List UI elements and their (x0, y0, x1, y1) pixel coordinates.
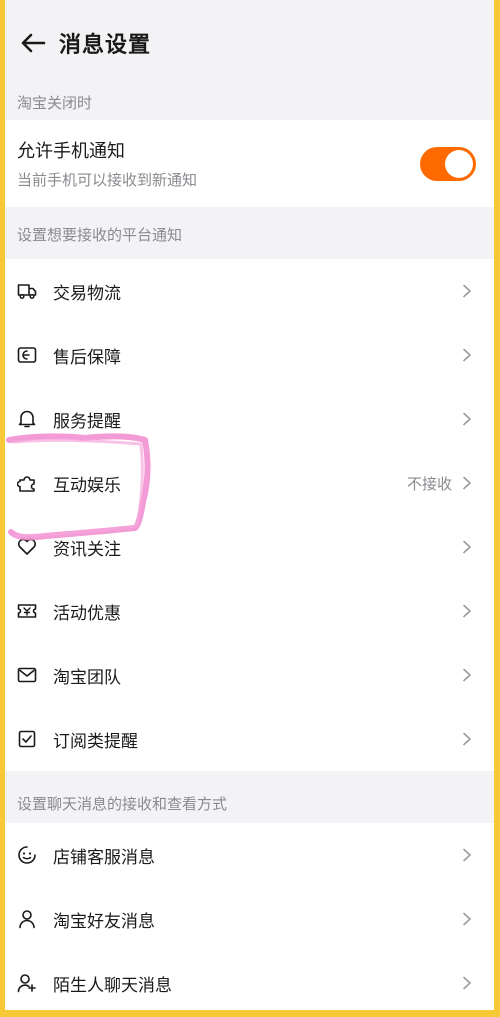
list-item-trade-logistics[interactable]: 交易物流 (5, 259, 494, 323)
allow-notification-row: 允许手机通知 当前手机可以接收到新通知 (5, 120, 494, 207)
list-item-label: 资讯关注 (53, 539, 121, 560)
mail-icon (17, 665, 37, 685)
list-item-friend-messages[interactable]: 淘宝好友消息 (5, 887, 494, 951)
toggle-knob (445, 149, 473, 178)
chevron-right-icon (462, 347, 474, 363)
list-item-after-sales[interactable]: 售后保障 (5, 323, 494, 387)
list-item-interactive-entertainment[interactable]: 互动娱乐 不接收 (5, 451, 494, 515)
list-item-label: 陌生人聊天消息 (53, 975, 172, 996)
phone-screen: 消息设置 淘宝关闭时 允许手机通知 当前手机可以接收到新通知 设置想要接收的平台… (5, 0, 494, 1010)
list-item-label: 售后保障 (53, 347, 121, 368)
list-item-label: 店铺客服消息 (53, 847, 155, 868)
list-item-service-reminder[interactable]: 服务提醒 (5, 387, 494, 451)
list-item-status: 不接收 (406, 474, 452, 493)
list-item-label: 淘宝好友消息 (53, 911, 155, 932)
section-label-platform: 设置想要接收的平台通知 (5, 207, 494, 259)
chevron-right-icon (462, 475, 474, 491)
section-label-closed: 淘宝关闭时 (5, 86, 494, 120)
chevron-right-icon (462, 847, 474, 863)
chevron-right-icon (462, 411, 474, 427)
list-item-stranger-chat[interactable]: 陌生人聊天消息 (5, 951, 494, 1010)
platform-list: 交易物流 售后保障 服务提醒 互动娱乐 不接收 资讯关注 活动优惠 淘宝团队 订… (5, 259, 494, 771)
chat-list: 店铺客服消息 淘宝好友消息 陌生人聊天消息 (5, 823, 494, 1010)
chevron-right-icon (462, 911, 474, 927)
page-title: 消息设置 (59, 33, 152, 58)
list-item-taobao-team[interactable]: 淘宝团队 (5, 643, 494, 707)
list-item-label: 订阅类提醒 (53, 731, 138, 752)
list-item-label: 活动优惠 (53, 603, 121, 624)
list-item-news-follow[interactable]: 资讯关注 (5, 515, 494, 579)
chevron-right-icon (462, 667, 474, 683)
list-item-subscription-reminder[interactable]: 订阅类提醒 (5, 707, 494, 771)
person-icon (17, 909, 37, 929)
header: 消息设置 (5, 0, 494, 86)
person-plus-icon (17, 973, 37, 993)
section-label-chat: 设置聊天消息的接收和查看方式 (5, 771, 494, 823)
notify-title: 允许手机通知 (17, 141, 125, 162)
truck-icon (17, 281, 37, 301)
chevron-right-icon (462, 539, 474, 555)
list-item-shop-service[interactable]: 店铺客服消息 (5, 823, 494, 887)
list-item-label: 互动娱乐 (53, 475, 121, 496)
back-button[interactable] (9, 19, 57, 67)
notification-toggle[interactable] (420, 146, 476, 181)
bell-icon (17, 409, 37, 429)
coupon-icon (17, 601, 37, 621)
shield-ticket-icon (17, 345, 37, 365)
puzzle-icon (17, 473, 37, 493)
chevron-right-icon (462, 975, 474, 991)
list-item-label: 交易物流 (53, 283, 121, 304)
chevron-right-icon (462, 731, 474, 747)
checkbox-icon (17, 729, 37, 749)
list-item-label: 淘宝团队 (53, 667, 121, 688)
list-item-promotions[interactable]: 活动优惠 (5, 579, 494, 643)
heart-icon (17, 537, 37, 557)
chevron-right-icon (462, 283, 474, 299)
back-arrow-icon (21, 33, 46, 53)
smiley-icon (17, 845, 37, 865)
chevron-right-icon (462, 603, 474, 619)
notify-subtitle: 当前手机可以接收到新通知 (17, 171, 198, 189)
notify-group: 允许手机通知 当前手机可以接收到新通知 (5, 120, 494, 207)
list-item-label: 服务提醒 (53, 411, 121, 432)
